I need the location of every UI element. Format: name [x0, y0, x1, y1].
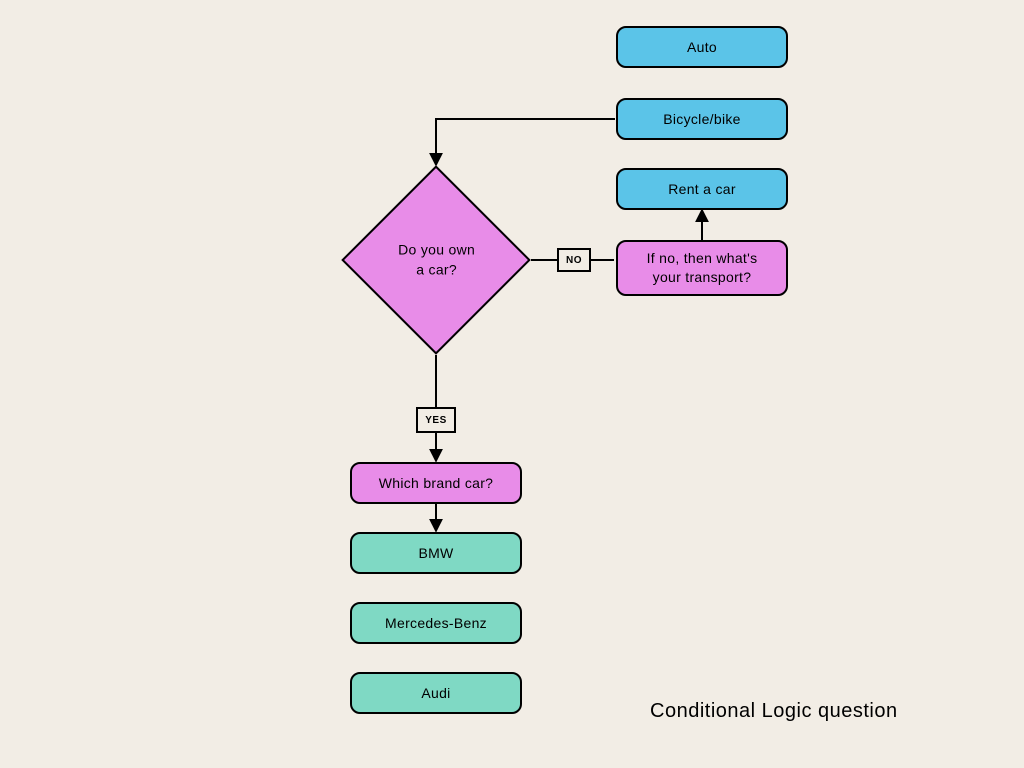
node-if-no-transport: If no, then what's your transport? [616, 240, 788, 296]
connectors [0, 0, 1024, 768]
node-own-car-decision: Do you own a car? [341, 165, 531, 355]
node-audi-label: Audi [421, 685, 450, 701]
node-rent-a-car-label: Rent a car [668, 181, 736, 197]
label-yes: YES [416, 407, 456, 433]
label-no: NO [557, 248, 591, 272]
label-yes-text: YES [425, 415, 447, 426]
node-auto-label: Auto [687, 39, 717, 55]
node-mercedes-label: Mercedes-Benz [385, 615, 487, 631]
node-if-no-transport-label: If no, then what's your transport? [647, 249, 758, 287]
node-which-brand-label: Which brand car? [379, 475, 494, 491]
node-auto: Auto [616, 26, 788, 68]
node-own-car-label: Do you own a car? [398, 240, 475, 279]
label-no-text: NO [566, 255, 582, 266]
diagram-title: Conditional Logic question [650, 700, 898, 723]
node-bicycle-bike-label: Bicycle/bike [663, 111, 741, 127]
node-rent-a-car: Rent a car [616, 168, 788, 210]
node-bicycle-bike: Bicycle/bike [616, 98, 788, 140]
node-which-brand: Which brand car? [350, 462, 522, 504]
node-mercedes: Mercedes-Benz [350, 602, 522, 644]
node-bmw-label: BMW [418, 545, 453, 561]
node-bmw: BMW [350, 532, 522, 574]
node-audi: Audi [350, 672, 522, 714]
